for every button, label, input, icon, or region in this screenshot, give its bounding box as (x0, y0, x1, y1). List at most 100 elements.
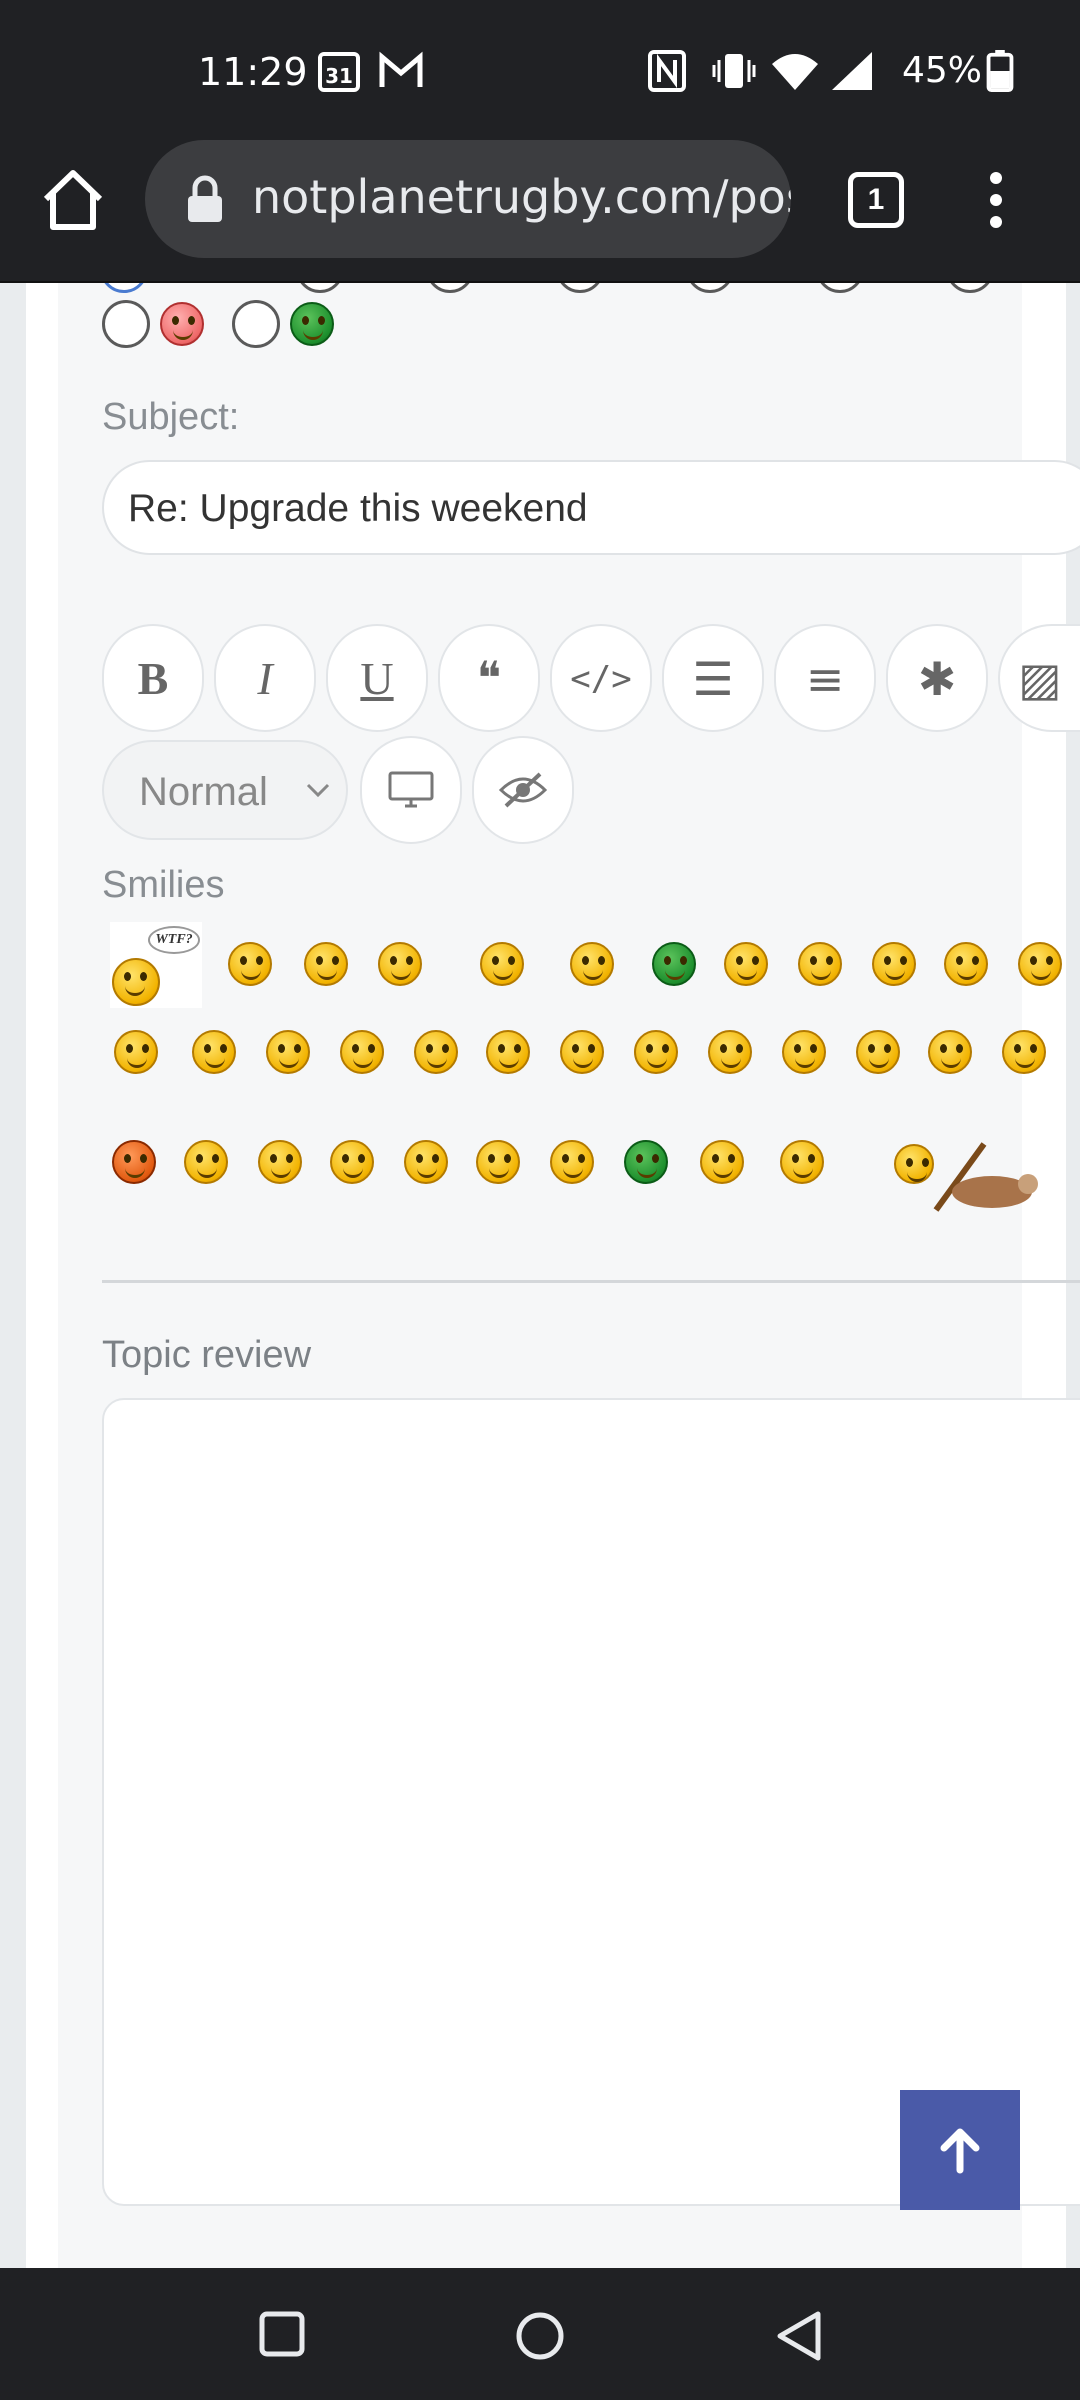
font-size-select[interactable]: Normal (102, 740, 348, 840)
neutral-smiley-icon[interactable] (550, 1140, 594, 1184)
status-bar: 11:29 31 45% (0, 0, 1080, 140)
smiley-icon[interactable] (798, 942, 842, 986)
overflow-menu-icon[interactable] (978, 168, 1014, 232)
list-button[interactable]: ☰ (662, 624, 764, 732)
smiley-icon[interactable] (724, 942, 768, 986)
wtf-smiley[interactable]: WTF? (110, 922, 202, 1008)
gmail-icon (379, 51, 423, 87)
smiley-icon[interactable] (340, 1030, 384, 1074)
battery-icon (986, 50, 1014, 92)
idea-icon[interactable] (404, 1140, 448, 1184)
post-icon-radio[interactable] (426, 283, 474, 293)
code-button[interactable]: </> (550, 624, 652, 732)
calendar-icon: 31 (318, 52, 360, 92)
smiley-icon[interactable] (1002, 1030, 1046, 1074)
post-icon-radio[interactable] (232, 300, 280, 348)
post-icon-radio[interactable] (816, 283, 864, 293)
arrow-up-icon (940, 2128, 980, 2174)
code-icon: </> (570, 659, 632, 699)
ordered-list-button[interactable]: ≡ (774, 624, 876, 732)
browser-toolbar: notplanetrugby.com/pos 1 (0, 140, 1080, 283)
italic-icon: I (257, 653, 273, 704)
smiley-icon[interactable] (114, 1030, 158, 1074)
post-icon-radio[interactable] (296, 283, 344, 293)
smiley-icon[interactable] (184, 1140, 228, 1184)
font-size-value: Normal (139, 770, 268, 814)
subject-input[interactable]: Re: Upgrade this weekend (102, 460, 1080, 555)
grin-green-smiley-icon[interactable] (624, 1140, 668, 1184)
post-icon-radio[interactable] (102, 300, 150, 348)
post-icon-radio[interactable] (100, 283, 148, 293)
post-icon-radio[interactable] (946, 283, 994, 293)
quote-icon: ❝ (476, 653, 502, 704)
eye-slash-icon (498, 772, 548, 808)
shocked-smiley-icon (112, 958, 160, 1006)
smiley-icon[interactable] (266, 1030, 310, 1074)
signal-icon (832, 52, 872, 90)
preview-button[interactable] (360, 736, 462, 844)
exclamation-icon[interactable] (258, 1140, 302, 1184)
smiley-icon[interactable] (944, 942, 988, 986)
smiley-icon[interactable] (856, 1030, 900, 1074)
home-icon[interactable] (38, 165, 108, 235)
list-icon: ☰ (692, 652, 734, 706)
system-navigation-bar (0, 2268, 1080, 2400)
recents-icon[interactable] (258, 2310, 306, 2358)
back-to-top-button[interactable] (900, 2090, 1020, 2210)
svg-text:31: 31 (325, 64, 353, 88)
clock: 11:29 (198, 50, 308, 94)
embarrassed-icon (160, 302, 204, 346)
smiley-icon[interactable] (378, 942, 422, 986)
italic-button[interactable]: I (214, 624, 316, 732)
post-icon-radio[interactable] (686, 283, 734, 293)
smilies-label: Smilies (102, 864, 225, 906)
list-item-button[interactable]: ✱ (886, 624, 988, 732)
quote-button[interactable]: ❝ (438, 624, 540, 732)
section-divider (102, 1280, 1080, 1283)
tab-switcher-button[interactable]: 1 (848, 172, 904, 228)
ordered-list-icon: ≡ (805, 652, 845, 706)
bold-icon: B (137, 653, 169, 704)
glasses-smiley-icon[interactable] (700, 1140, 744, 1184)
smiley-icon[interactable] (708, 1030, 752, 1074)
grin-green-icon (290, 302, 334, 346)
arrow-icon[interactable] (476, 1140, 520, 1184)
bearded-smiley-icon[interactable] (780, 1140, 824, 1184)
smiley-icon[interactable] (414, 1030, 458, 1074)
bold-button[interactable]: B (102, 624, 204, 732)
underline-icon: U (360, 653, 394, 704)
home-nav-icon[interactable] (514, 2310, 566, 2362)
sick-smiley-icon[interactable] (652, 942, 696, 986)
smiley-icon[interactable] (486, 1030, 530, 1074)
monitor-icon (388, 771, 434, 808)
smiley-icon[interactable] (1018, 942, 1062, 986)
post-icon-radio[interactable] (556, 283, 604, 293)
smiley-icon[interactable] (928, 1030, 972, 1074)
hide-button[interactable] (472, 736, 574, 844)
devil-smiley-icon[interactable] (112, 1140, 156, 1184)
smiley-icon[interactable] (192, 1030, 236, 1074)
nfc-icon (648, 50, 686, 92)
smiley-icon[interactable] (560, 1030, 604, 1074)
image-icon: ▨ (1018, 652, 1062, 706)
smiley-icon[interactable] (872, 942, 916, 986)
smiley-icon[interactable] (304, 942, 348, 986)
thumbs-down-smiley-icon[interactable] (570, 942, 614, 986)
back-icon[interactable] (774, 2310, 824, 2362)
smiley-icon[interactable] (782, 1030, 826, 1074)
topic-review-box (102, 1398, 1080, 2206)
address-bar[interactable]: notplanetrugby.com/pos (145, 140, 791, 258)
lock-icon (188, 175, 222, 222)
thumbs-up-smiley-icon[interactable] (480, 942, 524, 986)
question-icon[interactable] (330, 1140, 374, 1184)
wifi-icon (772, 54, 818, 90)
wtf-bubble: WTF? (148, 926, 200, 954)
asterisk-icon: ✱ (917, 652, 957, 706)
smiley-icon[interactable] (228, 942, 272, 986)
subject-value: Re: Upgrade this weekend (128, 487, 588, 530)
chevron-down-icon (306, 783, 330, 798)
underline-button[interactable]: U (326, 624, 428, 732)
smiley-icon[interactable] (634, 1030, 678, 1074)
battery-percentage: 45% (902, 50, 983, 91)
sloth-smiley-icon[interactable] (894, 1140, 1054, 1216)
